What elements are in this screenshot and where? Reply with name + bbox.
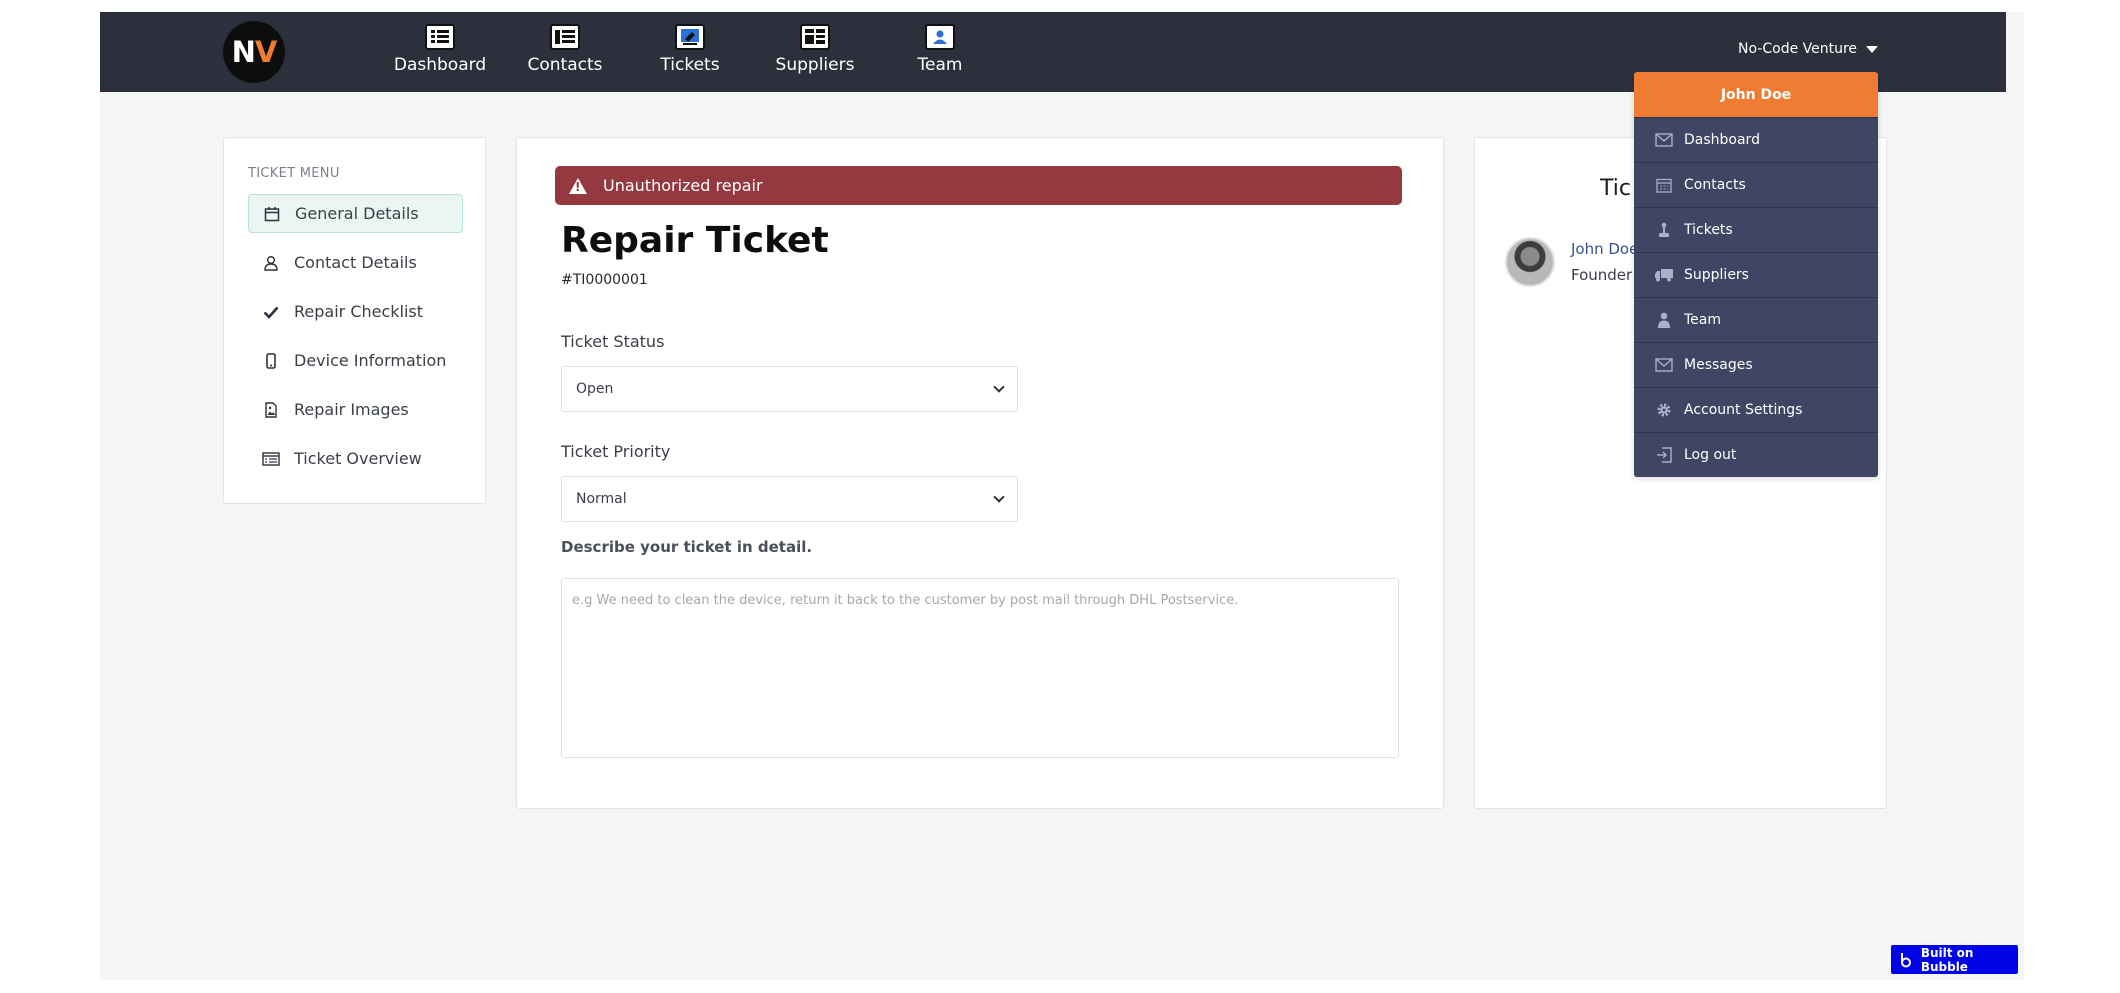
- person-icon: [1654, 311, 1674, 329]
- bubble-logo-icon: [1898, 951, 1915, 969]
- dropdown-item-account-settings[interactable]: Account Settings: [1634, 387, 1878, 432]
- dropdown-item-label: Account Settings: [1684, 402, 1803, 418]
- team-icon: [925, 24, 955, 50]
- unauthorized-alert: Unauthorized repair: [555, 166, 1402, 205]
- account-dropdown-menu: John Doe Dashboard Contacts Tickets Supp…: [1634, 72, 1878, 477]
- truck-icon: [1654, 266, 1674, 284]
- caret-down-icon: [1866, 45, 1879, 53]
- suppliers-icon: [800, 24, 830, 50]
- sidebar-item-general-details[interactable]: General Details: [248, 194, 463, 233]
- ticket-status-label: Ticket Status: [561, 332, 665, 351]
- contacts-icon: [550, 24, 580, 50]
- nav-contacts[interactable]: Contacts: [510, 24, 620, 75]
- app-window: NV Dashboard Contacts Tickets Suppliers: [100, 12, 2024, 980]
- nav-label: Suppliers: [775, 55, 855, 75]
- mail-icon: [1654, 131, 1674, 149]
- dropdown-item-messages[interactable]: Messages: [1634, 342, 1878, 387]
- sidebar-item-repair-images[interactable]: Repair Images: [248, 390, 463, 429]
- dropdown-item-label: Dashboard: [1684, 132, 1760, 148]
- mail-icon: [1654, 356, 1674, 374]
- ticket-status-select[interactable]: Open: [561, 366, 1018, 412]
- dropdown-item-contacts[interactable]: Contacts: [1634, 162, 1878, 207]
- dropdown-item-dashboard[interactable]: Dashboard: [1634, 117, 1878, 162]
- joystick-icon: [1654, 221, 1674, 239]
- sidebar-item-label: Device Information: [294, 351, 447, 370]
- nav-label: Tickets: [660, 55, 720, 75]
- account-menu-button[interactable]: No-Code Venture: [1738, 41, 1879, 57]
- ticket-priority-label: Ticket Priority: [561, 442, 671, 461]
- ticket-id: #TI0000001: [561, 272, 648, 288]
- logo-letter-n: N: [231, 35, 256, 69]
- panel-title: Tic: [1600, 176, 1631, 201]
- person-role: Founder: [1571, 266, 1633, 284]
- nav-suppliers[interactable]: Suppliers: [760, 24, 870, 75]
- sidebar-item-label: Repair Checklist: [294, 302, 424, 321]
- person-name-link[interactable]: John Doe: [1571, 240, 1638, 258]
- checkmark-icon: [262, 303, 280, 321]
- list-icon: [262, 450, 280, 468]
- dropdown-item-tickets[interactable]: Tickets: [1634, 207, 1878, 252]
- repair-ticket-panel: Unauthorized repair Repair Ticket #TI000…: [516, 137, 1444, 809]
- ticket-menu-panel: TICKET MENU General Details Contact Deta…: [223, 137, 486, 504]
- nav-dashboard[interactable]: Dashboard: [385, 24, 495, 75]
- image-icon: [262, 401, 280, 419]
- dropdown-user-name: John Doe: [1634, 72, 1878, 117]
- logo[interactable]: NV: [223, 21, 285, 83]
- dropdown-item-suppliers[interactable]: Suppliers: [1634, 252, 1878, 297]
- dropdown-item-log-out[interactable]: Log out: [1634, 432, 1878, 477]
- avatar: [1505, 237, 1555, 287]
- ticket-status-value: Open: [576, 381, 614, 397]
- description-label: Describe your ticket in detail.: [561, 538, 813, 556]
- logout-icon: [1654, 446, 1674, 464]
- warning-icon: [569, 177, 587, 194]
- dropdown-item-label: Messages: [1684, 357, 1753, 373]
- built-on-bubble-badge[interactable]: Built on Bubble: [1891, 945, 2018, 974]
- nav-team[interactable]: Team: [885, 24, 995, 75]
- ticket-priority-select[interactable]: Normal: [561, 476, 1018, 522]
- phone-icon: [262, 352, 280, 370]
- badge-label: Built on Bubble: [1920, 945, 1974, 974]
- nav-label: Dashboard: [393, 55, 487, 75]
- nav-label: Team: [917, 55, 963, 75]
- sidebar-item-device-information[interactable]: Device Information: [248, 341, 463, 380]
- sidebar-item-label: Contact Details: [294, 253, 417, 272]
- chevron-down-icon: [993, 491, 1005, 503]
- logo-letter-v: V: [254, 35, 277, 69]
- calendar-icon: [263, 205, 281, 223]
- person-icon: [262, 254, 280, 272]
- alert-text: Unauthorized repair: [603, 176, 763, 195]
- sidebar-item-contact-details[interactable]: Contact Details: [248, 243, 463, 282]
- description-textarea[interactable]: [561, 578, 1399, 758]
- sidebar-item-label: Repair Images: [294, 400, 409, 419]
- account-label: No-Code Venture: [1738, 41, 1858, 57]
- calendar-icon: [1654, 176, 1674, 194]
- ticket-priority-value: Normal: [576, 491, 627, 507]
- dashboard-icon: [425, 24, 455, 50]
- page-title: Repair Ticket: [561, 220, 829, 261]
- dropdown-item-label: Team: [1684, 312, 1722, 328]
- sidebar-item-repair-checklist[interactable]: Repair Checklist: [248, 292, 463, 331]
- dropdown-item-label: Tickets: [1684, 222, 1733, 238]
- gear-icon: [1654, 401, 1674, 419]
- sidebar-item-label: General Details: [295, 204, 419, 223]
- nav-tickets[interactable]: Tickets: [635, 24, 745, 75]
- sidebar-item-ticket-overview[interactable]: Ticket Overview: [248, 439, 463, 478]
- dropdown-item-label: Log out: [1684, 447, 1737, 463]
- chevron-down-icon: [993, 381, 1005, 393]
- sidebar-item-label: Ticket Overview: [294, 449, 422, 468]
- dropdown-item-team[interactable]: Team: [1634, 297, 1878, 342]
- nav-label: Contacts: [527, 55, 603, 75]
- ticket-menu-title: TICKET MENU: [248, 166, 340, 181]
- tickets-icon: [675, 24, 705, 50]
- dropdown-item-label: Contacts: [1684, 177, 1746, 193]
- dropdown-item-label: Suppliers: [1684, 267, 1749, 283]
